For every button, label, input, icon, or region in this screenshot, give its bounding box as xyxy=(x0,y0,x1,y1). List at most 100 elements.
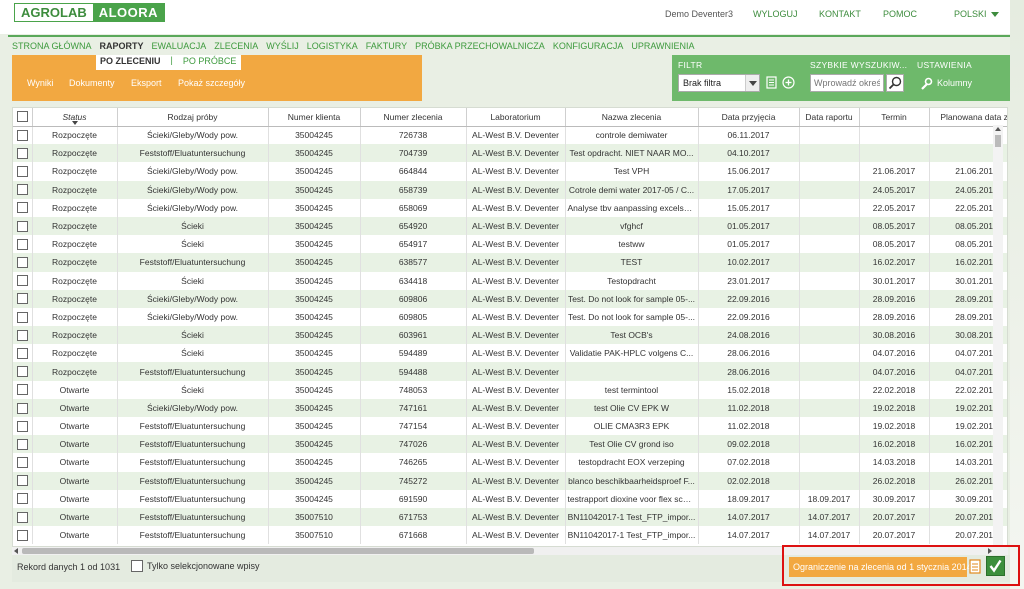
row-checkbox[interactable] xyxy=(16,311,28,323)
row-checkbox[interactable] xyxy=(16,493,28,505)
row-checkbox[interactable] xyxy=(16,438,28,450)
chevron-down-icon[interactable] xyxy=(991,12,999,17)
nav-item-9[interactable]: UPRAWNIENIA xyxy=(631,41,694,51)
row-checkbox[interactable] xyxy=(16,220,28,232)
row-checkbox[interactable] xyxy=(16,384,28,396)
action-export[interactable]: Eksport xyxy=(131,78,162,88)
table-row[interactable]: Rozpoczęte Ścieki 35004245 654920 AL-West B.… xyxy=(13,216,1007,236)
column-header-9[interactable]: Planowana data za xyxy=(929,108,1007,127)
column-header-2[interactable]: Numer klienta xyxy=(268,108,361,127)
column-header-8[interactable]: Termin xyxy=(859,108,930,127)
nav-item-4[interactable]: WYŚLIJ xyxy=(266,41,299,51)
row-checkbox[interactable] xyxy=(16,166,28,178)
table-row[interactable]: Rozpoczęte Ścieki/Gleby/Wody pow. 35004245… xyxy=(13,126,1007,145)
nav-item-6[interactable]: FAKTURY xyxy=(366,41,407,51)
sort-desc-icon[interactable] xyxy=(71,120,78,125)
contact-link[interactable]: KONTAKT xyxy=(819,9,861,19)
logo[interactable]: AGROLAB ALOORA xyxy=(14,3,166,22)
column-header-3[interactable]: Numer zlecenia xyxy=(360,108,467,127)
table-row[interactable]: Rozpoczęte Ścieki/Gleby/Wody pow. 35004245… xyxy=(13,198,1007,217)
filter-select[interactable]: Brak filtra xyxy=(678,74,760,92)
quick-search-input[interactable] xyxy=(810,74,884,92)
table-row[interactable]: Otwarte Feststoff/Eluatuntersuchung 350042… xyxy=(13,471,1007,490)
add-filter-icon[interactable] xyxy=(782,76,795,89)
table-row[interactable]: Otwarte Feststoff/Eluatuntersuchung 350075… xyxy=(13,507,1007,527)
scroll-up-icon[interactable] xyxy=(995,127,1001,131)
nav-item-8[interactable]: KONFIGURACJA xyxy=(553,41,624,51)
row-checkbox[interactable] xyxy=(16,457,28,469)
scroll-thumb[interactable] xyxy=(995,135,1001,147)
table-cell: 14.07.2017 xyxy=(698,507,800,527)
table-row[interactable]: Rozpoczęte Ścieki/Gleby/Wody pow. 35004245… xyxy=(13,289,1007,308)
table-row[interactable]: Otwarte Ścieki/Gleby/Wody pow. 35004245 747… xyxy=(13,398,1007,417)
only-selected-checkbox[interactable] xyxy=(131,560,143,572)
nav-item-5[interactable]: LOGISTYKA xyxy=(307,41,358,51)
columns-button[interactable]: Kolumny xyxy=(919,77,972,93)
vertical-scrollbar[interactable] xyxy=(993,125,1003,545)
nav-item-3[interactable]: ZLECENIA xyxy=(214,41,258,51)
row-checkbox[interactable] xyxy=(16,275,28,287)
row-checkbox[interactable] xyxy=(16,238,28,250)
table-row[interactable]: Rozpoczęte Feststoff/Eluatuntersuchung 350… xyxy=(13,144,1007,163)
column-header-0[interactable]: Status xyxy=(32,108,118,127)
action-results[interactable]: Wyniki xyxy=(27,78,53,88)
row-checkbox[interactable] xyxy=(16,202,28,214)
table-row[interactable]: Rozpoczęte Ścieki/Gleby/Wody pow. 35004245… xyxy=(13,307,1007,327)
column-header-5[interactable]: Nazwa zlecenia xyxy=(565,108,699,127)
subnav-by-order[interactable]: PO ZLECENIU xyxy=(96,55,165,67)
table-cell: 10.02.2017 xyxy=(698,253,800,272)
table-row[interactable]: Rozpoczęte Ścieki 35004245 654917 AL-West B.… xyxy=(13,235,1007,254)
table-row[interactable]: Rozpoczęte Ścieki/Gleby/Wody pow. 35004245… xyxy=(13,180,1007,199)
table-row[interactable]: Otwarte Feststoff/Eluatuntersuchung 350042… xyxy=(13,453,1007,472)
nav-item-1[interactable]: RAPORTY xyxy=(100,41,144,51)
table-row[interactable]: Otwarte Ścieki 35004245 748053 AL-West B.V. … xyxy=(13,380,1007,399)
table-row[interactable]: Rozpoczęte Feststoff/Eluatuntersuchung 350… xyxy=(13,253,1007,272)
row-checkbox[interactable] xyxy=(16,147,28,159)
action-documents[interactable]: Dokumenty xyxy=(69,78,115,88)
order-limit-button[interactable]: Ograniczenie na zlecenia od 1 stycznia 2… xyxy=(789,557,972,577)
action-show-details[interactable]: Pokaż szczegóły xyxy=(178,78,245,88)
row-checkbox[interactable] xyxy=(16,511,28,523)
row-checkbox[interactable] xyxy=(16,129,28,141)
row-checkbox[interactable] xyxy=(16,347,28,359)
nav-item-2[interactable]: EWALUACJA xyxy=(152,41,207,51)
select-all-checkbox[interactable] xyxy=(16,111,28,123)
row-checkbox[interactable] xyxy=(16,184,28,196)
column-header-7[interactable]: Data raportu xyxy=(799,108,860,127)
row-checkbox[interactable] xyxy=(16,329,28,341)
row-checkbox[interactable] xyxy=(16,529,28,541)
row-checkbox[interactable] xyxy=(16,475,28,487)
table-row[interactable]: Rozpoczęte Ścieki 35004245 634418 AL-West B.… xyxy=(13,271,1007,290)
column-header-1[interactable]: Rodzaj próby xyxy=(117,108,269,127)
table-row[interactable]: Otwarte Feststoff/Eluatuntersuchung 350042… xyxy=(13,417,1007,436)
column-header-6[interactable]: Data przyjęcia xyxy=(698,108,800,127)
table-row[interactable]: Otwarte Feststoff/Eluatuntersuchung 350075… xyxy=(13,526,1007,545)
logout-link[interactable]: WYLOGUJ xyxy=(753,9,798,19)
row-checkbox[interactable] xyxy=(16,420,28,432)
table-row[interactable]: Otwarte Feststoff/Eluatuntersuchung 350042… xyxy=(13,435,1007,454)
table-row[interactable]: Otwarte Feststoff/Eluatuntersuchung 350042… xyxy=(13,489,1007,508)
row-select-cell xyxy=(13,216,33,236)
language-select[interactable]: POLSKI xyxy=(954,9,987,19)
row-checkbox[interactable] xyxy=(16,257,28,269)
nav-item-0[interactable]: STRONA GŁÓWNA xyxy=(12,41,92,51)
column-header-4[interactable]: Laboratorium xyxy=(466,108,566,127)
apply-button[interactable] xyxy=(986,556,1005,576)
row-checkbox[interactable] xyxy=(16,293,28,305)
chevron-down-icon[interactable] xyxy=(745,75,759,91)
help-link[interactable]: POMOC xyxy=(883,9,917,19)
table-row[interactable]: Rozpoczęte Ścieki/Gleby/Wody pow. 35004245… xyxy=(13,162,1007,181)
edit-filter-icon[interactable] xyxy=(765,76,778,89)
subnav-by-sample[interactable]: PO PRÓBCE xyxy=(178,55,241,67)
document-icon[interactable] xyxy=(969,559,981,574)
nav-item-7[interactable]: PRÓBKA PRZECHOWALNICZA xyxy=(415,41,545,51)
table-row[interactable]: Rozpoczęte Ścieki 35004245 603961 AL-West B.… xyxy=(13,326,1007,345)
table-row[interactable]: Rozpoczęte Feststoff/Eluatuntersuchung 350… xyxy=(13,362,1007,381)
table-row[interactable]: Rozpoczęte Ścieki 35004245 594489 AL-West B.… xyxy=(13,344,1007,363)
row-checkbox[interactable] xyxy=(16,366,28,378)
search-button[interactable] xyxy=(886,74,904,92)
row-checkbox[interactable] xyxy=(16,402,28,414)
only-selected-toggle[interactable]: Tylko selekcjonowane wpisy xyxy=(131,560,260,572)
horizontal-scroll-thumb[interactable] xyxy=(22,548,534,554)
scroll-left-icon[interactable] xyxy=(14,548,18,554)
